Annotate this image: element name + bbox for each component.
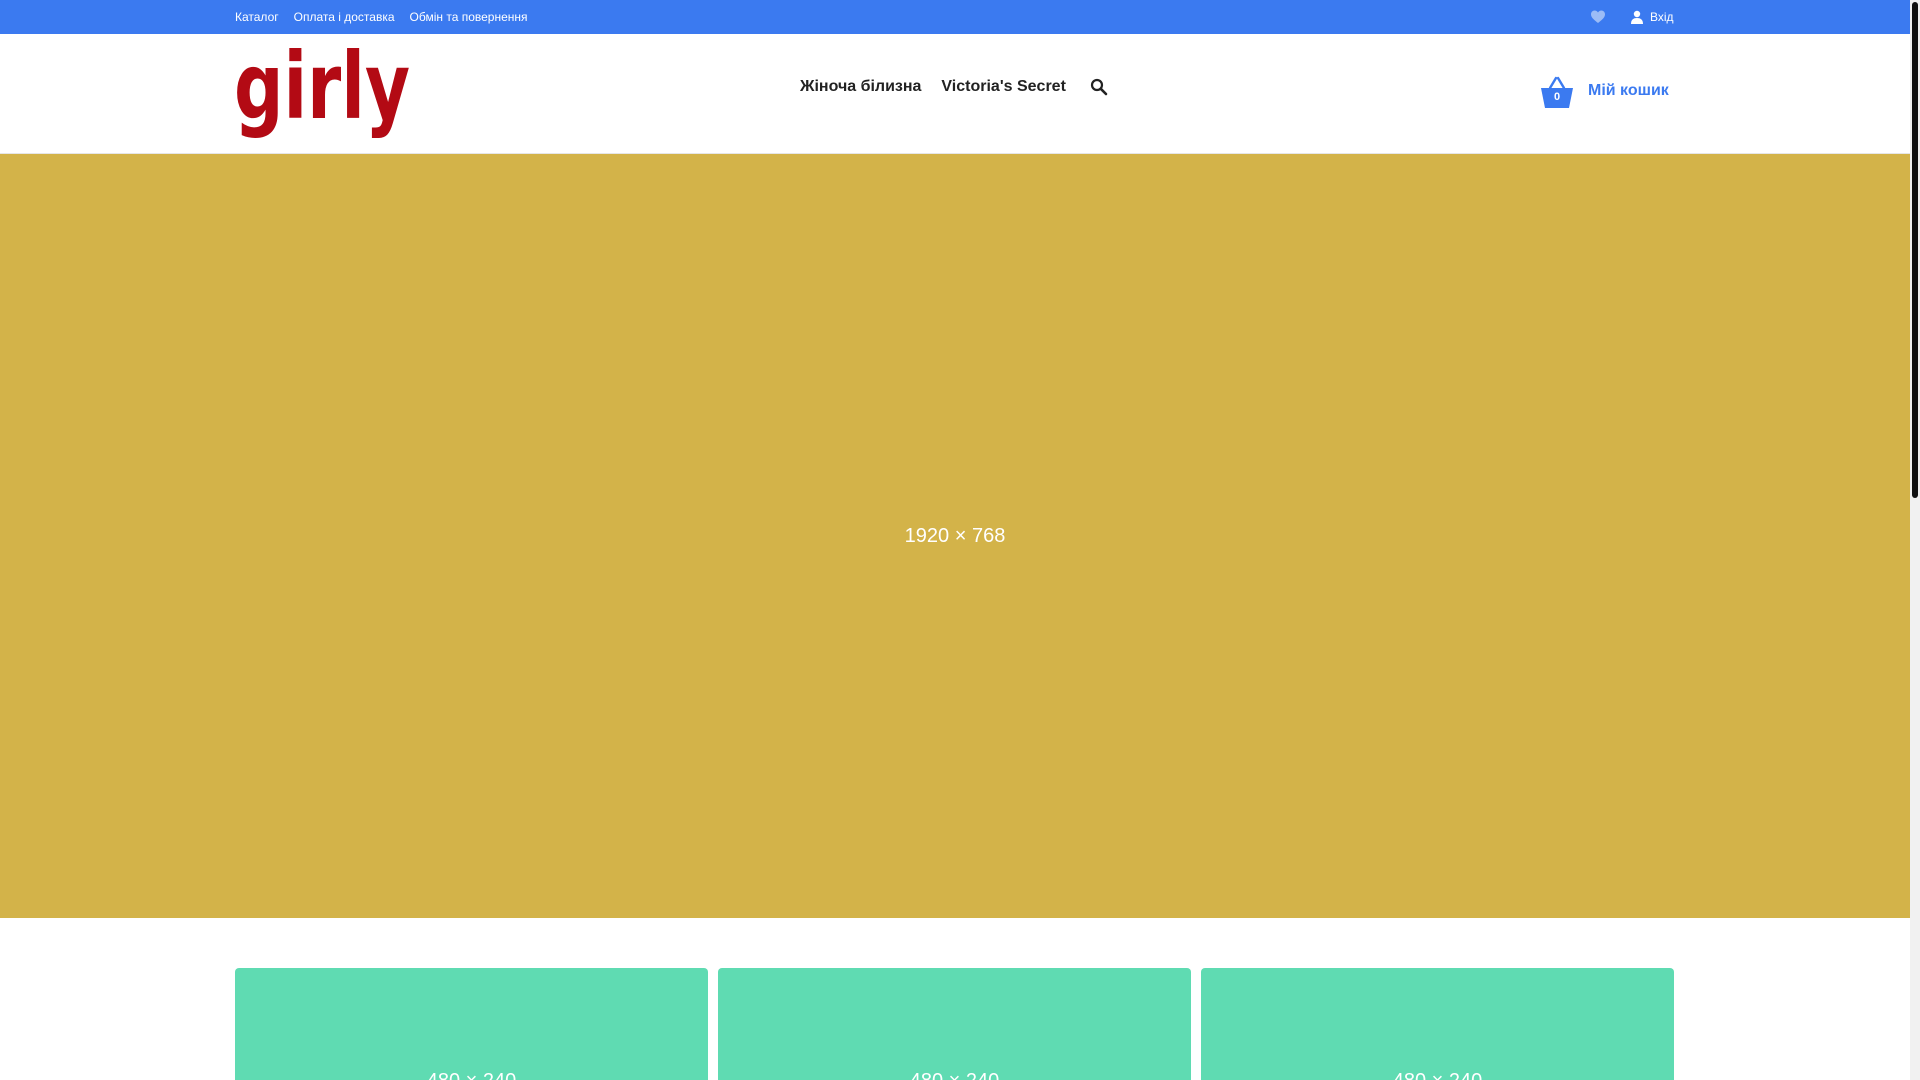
top-link-exchange-return[interactable]: Обмін та повернення <box>410 10 528 24</box>
basket: 0 <box>1540 76 1574 110</box>
nav-item-lingerie[interactable]: Жіноча білизна <box>800 78 921 96</box>
top-links: Каталог Оплата і доставка Обмін та повер… <box>235 0 528 34</box>
card-placeholder-text: 480 × 240 <box>910 1070 1000 1080</box>
hero-banner[interactable]: 1920 × 768 <box>0 154 1910 918</box>
nav-item-victorias-secret[interactable]: Victoria's Secret <box>941 78 1065 96</box>
site-header: girly Жіноча білизна Victoria's Secret 0… <box>0 34 1910 154</box>
svg-text:girly: girly <box>234 42 410 140</box>
top-link-payment-delivery[interactable]: Оплата і доставка <box>294 10 395 24</box>
scrollbar-thumb[interactable] <box>1912 2 1918 498</box>
cart-label: Мій кошик <box>1588 82 1669 99</box>
page-scrollbar[interactable] <box>1910 0 1920 1080</box>
promo-card[interactable]: 480 × 240 <box>1201 968 1674 1080</box>
hero-placeholder-text: 1920 × 768 <box>904 524 1006 547</box>
card-placeholder-text: 480 × 240 <box>427 1070 517 1080</box>
login-link[interactable]: Вхід <box>1650 10 1674 24</box>
search-icon[interactable] <box>1090 78 1108 96</box>
top-link-catalog[interactable]: Каталог <box>235 10 279 24</box>
user-icon <box>1631 10 1643 24</box>
promo-cards: 480 × 240 480 × 240 480 × 240 <box>235 968 1675 1080</box>
cart-button[interactable]: 0 Мій кошик <box>1540 76 1669 110</box>
promo-card[interactable]: 480 × 240 <box>718 968 1191 1080</box>
heart-icon[interactable] <box>1590 9 1606 25</box>
girly-logo[interactable]: girly <box>232 42 414 146</box>
promo-card[interactable]: 480 × 240 <box>235 968 708 1080</box>
card-placeholder-text: 480 × 240 <box>1393 1070 1483 1080</box>
top-bar: Каталог Оплата і доставка Обмін та повер… <box>0 0 1910 34</box>
top-right-actions: Вхід <box>1590 0 1674 34</box>
main-nav: Жіноча білизна Victoria's Secret <box>800 78 1108 96</box>
cart-count: 0 <box>1553 91 1561 103</box>
